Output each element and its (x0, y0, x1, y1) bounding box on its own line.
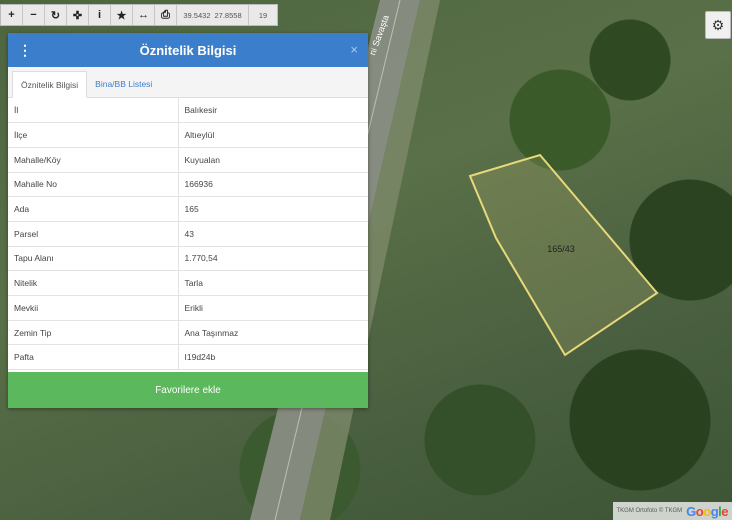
attr-value: Tarla (178, 270, 368, 296)
attr-value: 165 (178, 196, 368, 222)
locate-icon[interactable]: ✜ (67, 5, 89, 25)
parcel-label: 165/43 (547, 244, 575, 254)
attr-key: Ada (8, 196, 179, 222)
add-to-favorites-button[interactable]: Favorilere ekle (8, 372, 368, 408)
refresh-icon[interactable]: ↻ (45, 5, 67, 25)
attr-value: Erikli (178, 295, 368, 321)
zoom-out-icon[interactable]: − (23, 5, 45, 25)
map-attribution: TKGM Ortofoto © TKGM Google (612, 502, 732, 520)
attr-value: Kuyualan (178, 147, 368, 173)
menu-kebab-icon[interactable]: ⋮ (8, 43, 42, 57)
attr-key: Tapu Alanı (8, 246, 179, 272)
table-row: Ada 165 (8, 196, 368, 222)
table-row: Pafta I19d24b (8, 344, 368, 371)
google-logo: Google (686, 503, 728, 519)
attribute-panel: ⋮ Öznitelik Bilgisi × Öznitelik Bilgisi … (8, 33, 368, 408)
attr-key: Pafta (8, 344, 179, 371)
attr-value: 1.770,54 (178, 246, 368, 272)
attr-key: Mevkii (8, 295, 179, 321)
attr-value: 166936 (178, 172, 368, 198)
zoom-in-icon[interactable]: + (1, 5, 23, 25)
info-icon[interactable]: i (89, 5, 111, 25)
coordinate-readout: 39.5432 27.8558 (177, 5, 249, 25)
gear-icon[interactable]: ⚙ (705, 11, 731, 39)
coord-lon: 27.8558 (214, 10, 242, 20)
tab-attributes[interactable]: Öznitelik Bilgisi (12, 71, 88, 98)
attr-key: İl (8, 98, 179, 124)
zoom-level: 19 (258, 10, 268, 20)
table-row: İlçe Altıeylül (8, 122, 368, 148)
panel-header: ⋮ Öznitelik Bilgisi × (8, 33, 368, 67)
attr-key: Parsel (8, 221, 179, 247)
parcel-polygon[interactable] (468, 153, 659, 357)
attr-value: Ana Taşınmaz (178, 320, 368, 346)
attribution-text: TKGM Ortofoto © TKGM (616, 508, 683, 514)
table-row: Mahalle/Köy Kuyualan (8, 147, 368, 173)
attr-value: 43 (178, 221, 368, 247)
star-icon[interactable]: ★ (111, 5, 133, 25)
print-icon[interactable]: ⎙ (155, 5, 177, 25)
map-toolbar: + − ↻ ✜ i ★ ↔ ⎙ 39.5432 27.8558 19 (0, 4, 278, 26)
table-row: Zemin Tip Ana Taşınmaz (8, 320, 368, 346)
table-row: Parsel 43 (8, 221, 368, 247)
attr-key: Mahalle/Köy (8, 147, 179, 173)
table-row: Tapu Alanı 1.770,54 (8, 246, 368, 272)
table-row: İl Balıkesir (8, 98, 368, 124)
table-row: Nitelik Tarla (8, 270, 368, 296)
coord-lat: 39.5432 (183, 10, 211, 20)
table-row: Mevkii Erikli (8, 295, 368, 321)
attribute-table: İl Balıkesir İlçe Altıeylül Mahalle/Köy Kuy… (8, 98, 368, 371)
measure-icon[interactable]: ↔ (133, 5, 155, 25)
panel-title: Öznitelik Bilgisi (139, 42, 237, 58)
table-row: Mahalle No 166936 (8, 172, 368, 198)
attr-value: Balıkesir (178, 98, 368, 124)
attr-value: I19d24b (178, 344, 368, 371)
tab-building-list[interactable]: Bina/BB Listesi (87, 70, 160, 97)
attr-value: Altıeylül (178, 122, 368, 148)
attr-key: Nitelik (8, 270, 179, 296)
attr-key: İlçe (8, 122, 179, 148)
attr-key: Mahalle No (8, 172, 179, 198)
close-icon[interactable]: × (350, 42, 358, 57)
attr-key: Zemin Tip (8, 320, 179, 346)
panel-tabs: Öznitelik Bilgisi Bina/BB Listesi (8, 67, 368, 98)
